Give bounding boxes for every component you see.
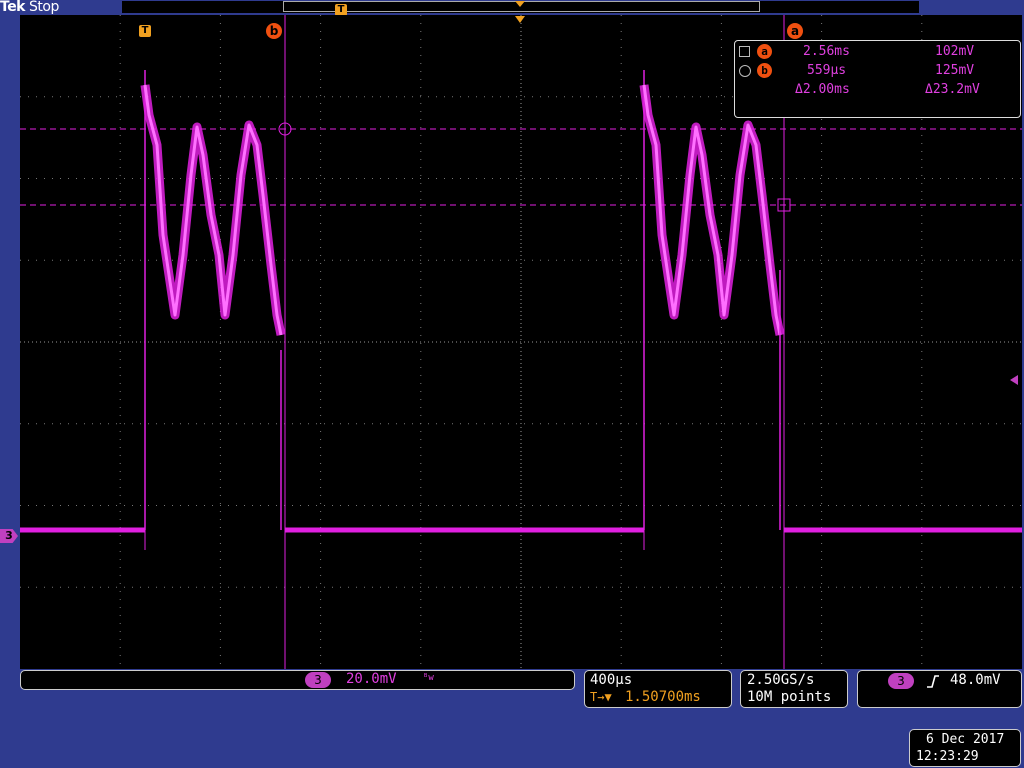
date: 6 Dec 2017 xyxy=(926,732,1005,747)
cursor-b-label: b xyxy=(757,63,772,78)
delta-voltage: Δ23.2mV xyxy=(925,82,980,97)
channel-scale: 20.0mV xyxy=(346,671,397,687)
cursor-b-marker[interactable]: b xyxy=(266,23,282,39)
top-status-bar: Tek Stop T xyxy=(0,0,1024,16)
circle-icon xyxy=(739,65,751,77)
record-length: 10M points xyxy=(747,689,832,705)
readout-row-a: a 2.56ms 102mV xyxy=(735,43,1020,61)
channel-3-ground-marker[interactable]: 3 xyxy=(0,529,18,543)
tek-logo: Tek Stop xyxy=(0,0,59,15)
datetime-panel: 6 Dec 2017 12:23:29 xyxy=(909,729,1021,767)
trigger-source-badge: 3 xyxy=(888,673,914,689)
trigger-panel[interactable]: 3 48.0mV xyxy=(857,670,1022,708)
cursor-readout: a 2.56ms 102mV b 559µs 125mV Δ2.00ms Δ23… xyxy=(734,40,1021,118)
cursor-a-voltage: 102mV xyxy=(935,44,975,59)
trigger-position-icon-small: T→▼ xyxy=(590,690,612,704)
acquisition-panel[interactable]: 2.50GS/s 10M points xyxy=(740,670,848,708)
channel-3-badge: 3 xyxy=(305,672,331,688)
readout-row-delta: Δ2.00ms Δ23.2mV xyxy=(735,81,1020,99)
time: 12:23:29 xyxy=(916,749,979,764)
cursor-a-marker[interactable]: a xyxy=(787,23,803,39)
sample-rate: 2.50GS/s xyxy=(747,672,815,688)
trigger-level: 48.0mV xyxy=(950,672,1001,688)
square-icon xyxy=(739,46,750,57)
cursor-a-time: 2.56ms xyxy=(803,44,850,59)
cursor-b-voltage: 125mV xyxy=(935,63,975,78)
horizontal-center-marker-icon xyxy=(515,16,525,23)
trigger-level-arrow-icon[interactable] xyxy=(1010,375,1018,385)
delta-time: Δ2.00ms xyxy=(795,82,850,97)
channel-scale-panel[interactable]: 3 20.0mV ᴮw xyxy=(20,670,575,690)
record-center-marker-icon xyxy=(515,1,525,7)
horizontal-position: 1.50700ms xyxy=(625,689,701,705)
burst-waveform xyxy=(639,84,785,336)
burst-waveform xyxy=(140,84,286,336)
rising-edge-icon xyxy=(927,675,939,688)
cursor-a-label: a xyxy=(757,44,772,59)
horizontal-scale: 400µs xyxy=(590,672,633,688)
readout-row-b: b 559µs 125mV xyxy=(735,62,1020,80)
trigger-position-icon[interactable]: T xyxy=(139,25,151,37)
brand-label: Tek xyxy=(0,0,26,15)
timebase-panel[interactable]: 400µs T→▼ 1.50700ms xyxy=(584,670,732,708)
acquisition-status: Stop xyxy=(29,0,59,15)
bandwidth-limit-icon: ᴮw xyxy=(423,673,434,683)
cursor-b-time: 559µs xyxy=(807,63,847,78)
